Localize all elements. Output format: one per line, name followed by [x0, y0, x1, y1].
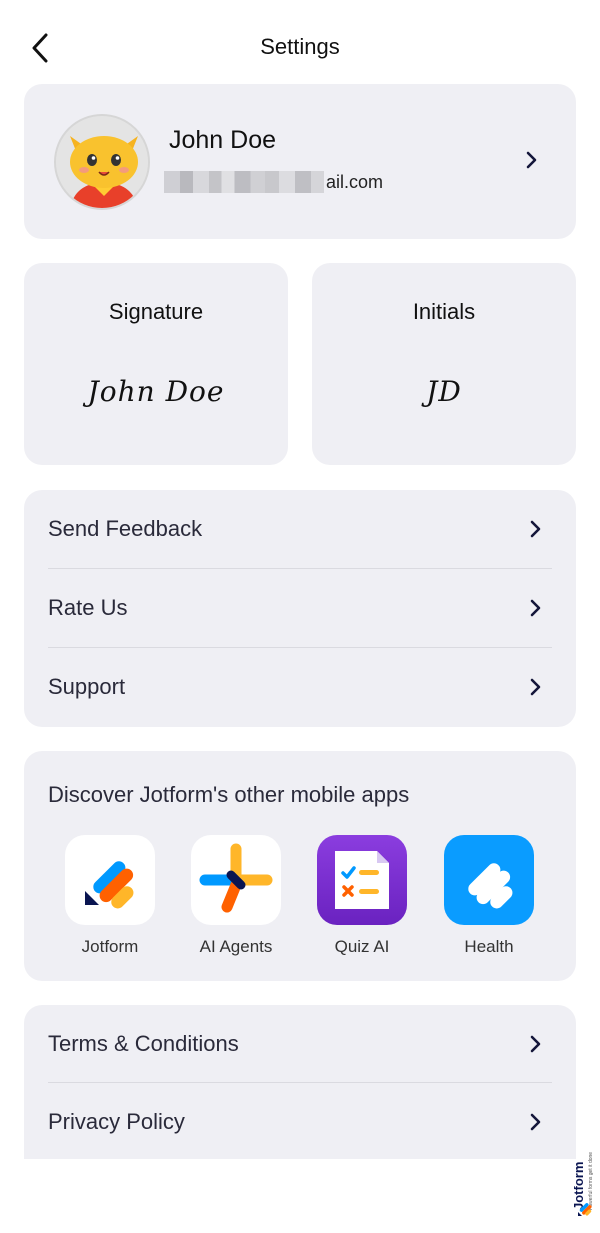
initials-value: JD [426, 375, 462, 408]
signature-title: Signature [108, 299, 204, 324]
email-redaction [164, 171, 324, 193]
other-apps-card: Discover Jotform's other mobile apps Jot… [24, 751, 576, 981]
jotform-app-icon [65, 835, 155, 925]
signature-value: John Doe [87, 375, 225, 408]
profile-email-domain: ail.com [326, 171, 384, 192]
cat-avatar-icon [56, 116, 148, 208]
brand-name: Jotform [574, 1162, 586, 1210]
profile-card[interactable]: John Doe ail.com [24, 84, 576, 239]
header: Settings [0, 0, 600, 96]
chevron-right-icon [526, 151, 537, 169]
privacy-label: Privacy Policy [48, 1109, 185, 1134]
support-list: Send Feedback Rate Us Support [24, 490, 576, 727]
privacy-row[interactable]: Privacy Policy [24, 1083, 576, 1162]
page-title: Settings [260, 34, 340, 59]
quiz-ai-app-icon [317, 835, 407, 925]
app-quiz-ai[interactable]: Quiz AI [307, 835, 417, 957]
app-ai-agents[interactable]: AI Agents [181, 835, 291, 957]
brand-tagline: Powerful forms get it done [588, 1152, 594, 1210]
other-apps-title: Discover Jotform's other mobile apps [48, 782, 410, 807]
support-row[interactable]: Support [24, 648, 576, 727]
rate-us-row[interactable]: Rate Us [24, 569, 576, 648]
app-label: Quiz AI [334, 937, 390, 956]
initials-card[interactable]: Initials JD [312, 263, 576, 465]
chevron-right-icon [530, 599, 541, 617]
chevron-right-icon [530, 1113, 541, 1131]
health-app-icon [444, 835, 534, 925]
chevron-right-icon [530, 678, 541, 696]
app-label: AI Agents [199, 937, 273, 956]
signature-card[interactable]: Signature John Doe [24, 263, 288, 465]
initials-title: Initials [412, 299, 476, 324]
rate-us-label: Rate Us [48, 595, 128, 620]
legal-list: Terms & Conditions Privacy Policy [24, 1005, 576, 1159]
chevron-right-icon [530, 1035, 541, 1053]
support-label: Support [48, 674, 126, 699]
profile-email: ail.com [164, 171, 383, 193]
avatar [54, 114, 150, 210]
terms-row[interactable]: Terms & Conditions [24, 1005, 576, 1084]
app-jotform[interactable]: Jotform [55, 835, 165, 957]
terms-label: Terms & Conditions [48, 1031, 239, 1056]
jotform-brand-logo: Jotform Powerful forms get it done [571, 1140, 596, 1218]
send-feedback-row[interactable]: Send Feedback [24, 490, 576, 569]
app-label: Health [464, 937, 514, 956]
app-health[interactable]: Health [434, 835, 544, 957]
ai-agents-app-icon [191, 835, 281, 925]
chevron-right-icon [530, 520, 541, 538]
profile-name: John Doe [169, 126, 277, 154]
send-feedback-label: Send Feedback [48, 516, 203, 541]
app-label: Jotform [81, 937, 139, 956]
